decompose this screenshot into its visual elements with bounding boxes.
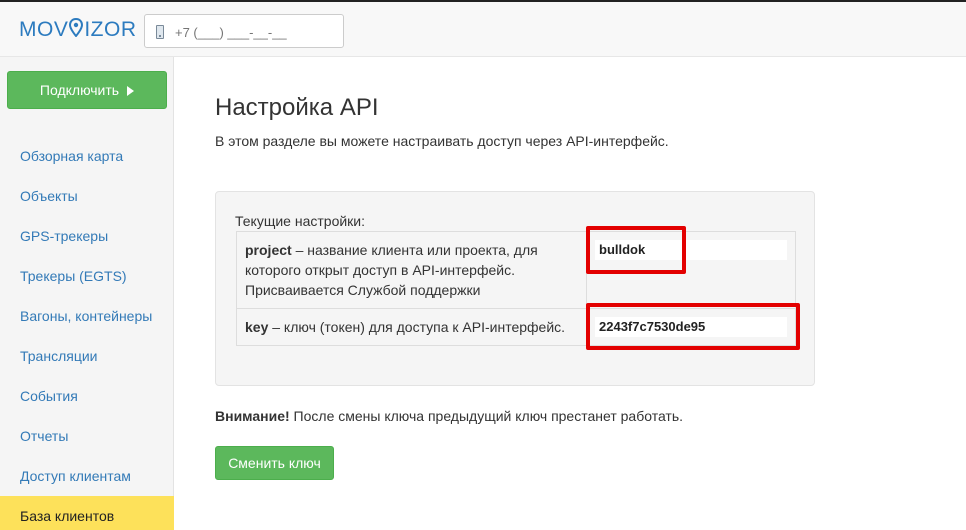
sidebar-item-objects[interactable]: Объекты xyxy=(0,176,174,216)
project-desc-line1: – название клиента или проекта, для xyxy=(291,242,538,258)
top-navbar: MOV IZOR xyxy=(0,0,966,57)
phone-input[interactable] xyxy=(175,22,335,42)
project-description-cell: project – название клиента или проекта, … xyxy=(236,231,587,309)
sidebar-item-reports[interactable]: Отчеты xyxy=(0,416,174,456)
logo-text-start: MOV xyxy=(19,18,69,41)
sidebar-item-overview-map[interactable]: Обзорная карта xyxy=(0,136,174,176)
phone-input-group[interactable] xyxy=(144,14,344,48)
project-value-highlight xyxy=(586,226,686,274)
connect-button-label: Подключить xyxy=(39,82,120,98)
key-key-name: key xyxy=(245,319,269,335)
key-desc-line1: – ключ (токен) для доступа к API-интерфе… xyxy=(268,319,566,335)
current-settings-panel: Текущие настройки: project – название кл… xyxy=(215,191,815,386)
sidebar-item-gps-trackers[interactable]: GPS-трекеры xyxy=(0,216,174,256)
table-row: project – название клиента или проекта, … xyxy=(236,231,796,309)
sidebar-item-events[interactable]: События xyxy=(0,376,174,416)
page-description: В этом разделе вы можете настраивать дос… xyxy=(215,133,669,149)
connect-button[interactable]: Подключить xyxy=(7,71,167,109)
mobile-phone-icon xyxy=(156,25,164,39)
play-icon xyxy=(127,86,135,96)
location-pin-icon xyxy=(69,18,84,37)
warning-message: Внимание! После смены ключа предыдущий к… xyxy=(215,408,683,424)
sidebar-nav: Обзорная карта Объекты GPS-трекеры Треке… xyxy=(0,136,174,530)
sidebar-item-client-access[interactable]: Доступ клиентам xyxy=(0,456,174,496)
key-description-cell: key – ключ (токен) для доступа к API-инт… xyxy=(236,308,587,346)
api-key-value-highlight xyxy=(586,303,800,350)
project-desc-line2: которого открыт доступ в API-интерфейс. xyxy=(245,262,515,278)
sidebar-item-broadcasts[interactable]: Трансляции xyxy=(0,336,174,376)
sidebar-item-egts-trackers[interactable]: Трекеры (EGTS) xyxy=(0,256,174,296)
page-title: Настройка API xyxy=(215,94,379,121)
sidebar-item-client-database[interactable]: База клиентов xyxy=(0,496,174,530)
logo-text-end: IZOR xyxy=(84,18,137,41)
warning-text: После смены ключа предыдущий ключ преста… xyxy=(289,408,684,424)
sidebar: Подключить Обзорная карта Объекты GPS-тр… xyxy=(0,57,174,530)
settings-caption: Текущие настройки: xyxy=(235,213,366,229)
movizor-logo[interactable]: MOV IZOR xyxy=(19,18,137,42)
project-key-name: project xyxy=(245,242,292,258)
sidebar-item-wagons-containers[interactable]: Вагоны, контейнеры xyxy=(0,296,174,336)
warning-label: Внимание! xyxy=(215,408,290,424)
project-desc-line3: Присваивается Службой поддержки xyxy=(245,282,481,298)
change-key-button[interactable]: Сменить ключ xyxy=(215,446,334,480)
